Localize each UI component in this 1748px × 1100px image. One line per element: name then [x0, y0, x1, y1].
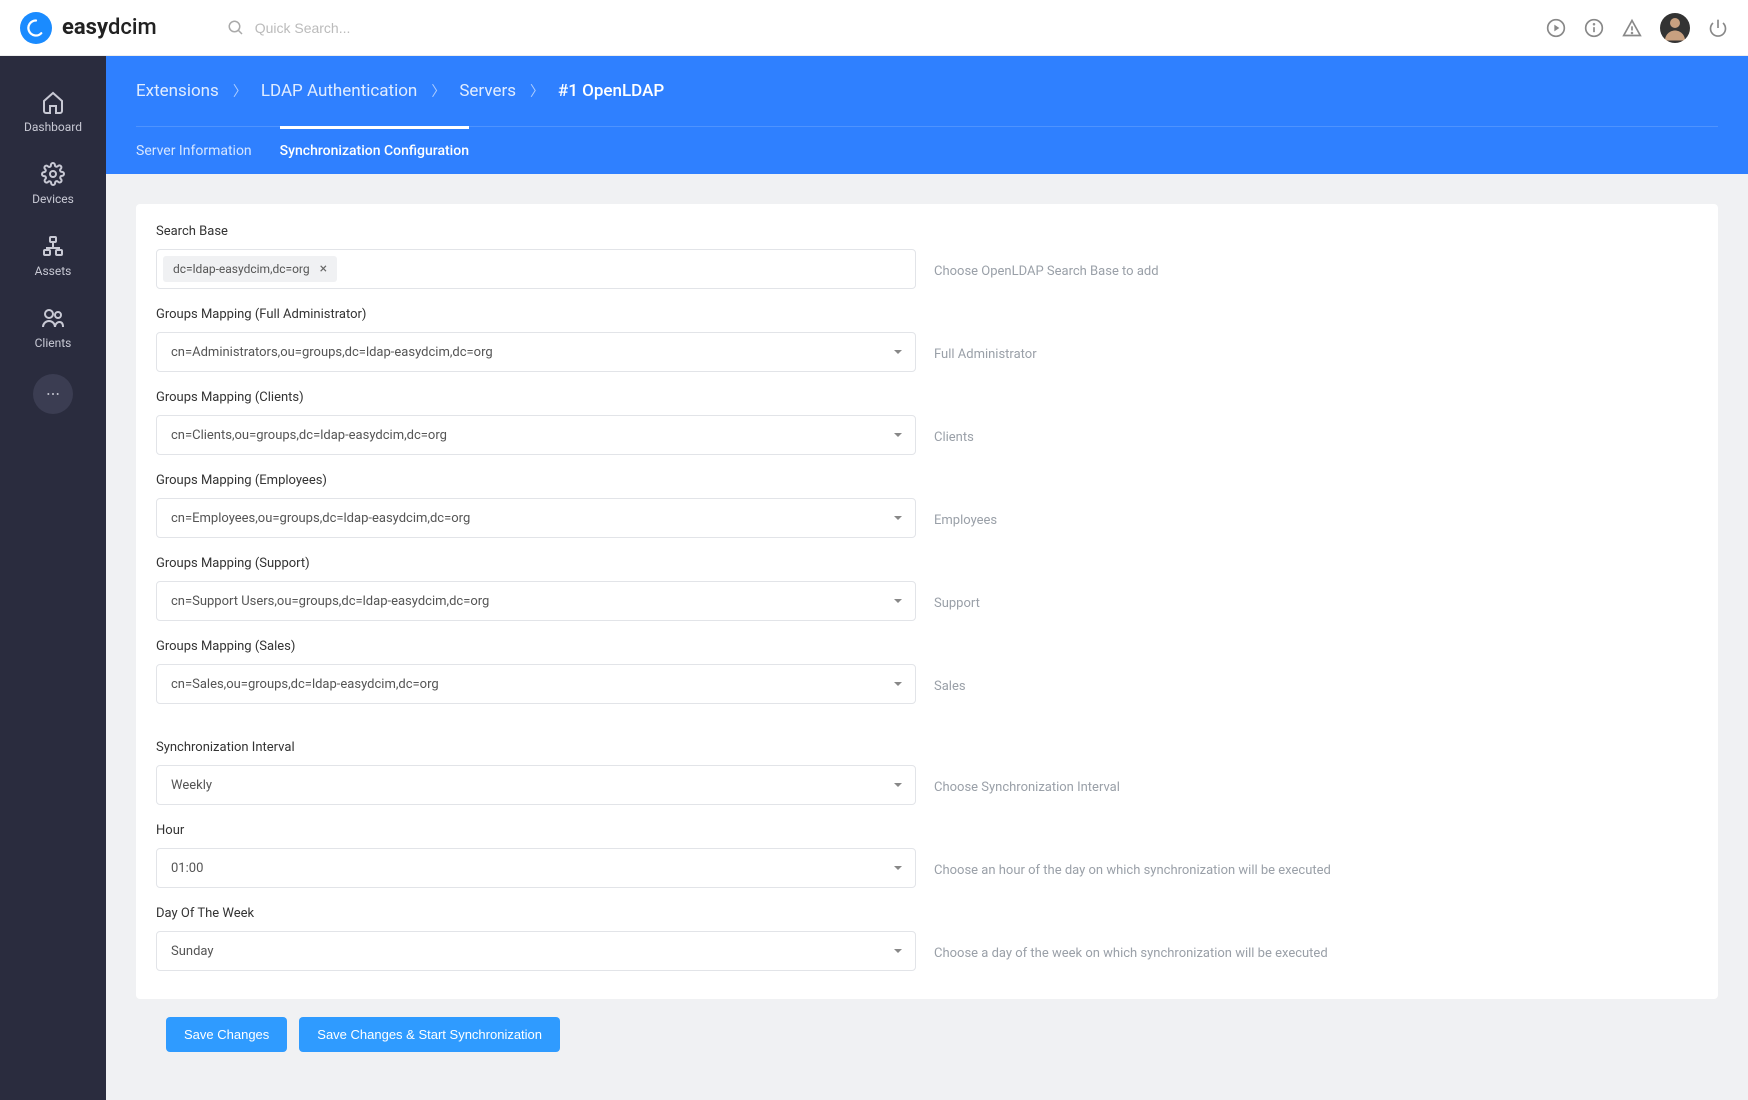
- topbar: easydcim: [0, 0, 1748, 56]
- field-label: Hour: [156, 823, 1698, 838]
- sidebar-item-label: Clients: [35, 336, 72, 350]
- dots-icon: [45, 386, 61, 402]
- avatar[interactable]: [1660, 13, 1690, 43]
- footer-actions: Save Changes Save Changes & Start Synchr…: [136, 999, 1718, 1070]
- breadcrumb-item[interactable]: Extensions: [136, 81, 219, 101]
- field-groups-clients: Groups Mapping (Clients) cn=Clients,ou=g…: [156, 390, 1698, 455]
- sync-interval-select[interactable]: Weekly: [156, 765, 916, 805]
- chevron-right-icon: 〉: [431, 81, 445, 101]
- search-icon: [227, 19, 245, 37]
- users-icon: [41, 306, 65, 330]
- home-icon: [41, 90, 65, 114]
- logo-text-2: dcim: [108, 15, 157, 40]
- breadcrumb-item-current: #1 OpenLDAP: [558, 81, 664, 101]
- tag-text: dc=ldap-easydcim,dc=org: [173, 262, 310, 276]
- content: Search Base dc=ldap-easydcim,dc=org × Ch…: [106, 174, 1748, 1100]
- field-help: Full Administrator: [934, 347, 1698, 372]
- sidebar-item-dashboard[interactable]: Dashboard: [0, 76, 106, 148]
- field-label: Groups Mapping (Clients): [156, 390, 1698, 405]
- sidebar-item-clients[interactable]: Clients: [0, 292, 106, 364]
- field-groups-sales: Groups Mapping (Sales) cn=Sales,ou=group…: [156, 639, 1698, 704]
- save-sync-button[interactable]: Save Changes & Start Synchronization: [299, 1017, 560, 1052]
- save-button[interactable]: Save Changes: [166, 1017, 287, 1052]
- play-icon[interactable]: [1546, 18, 1566, 38]
- field-help: Clients: [934, 430, 1698, 455]
- field-label: Groups Mapping (Support): [156, 556, 1698, 571]
- power-icon[interactable]: [1708, 18, 1728, 38]
- field-label: Groups Mapping (Employees): [156, 473, 1698, 488]
- sidebar-item-label: Devices: [32, 192, 74, 206]
- field-help: Support: [934, 596, 1698, 621]
- field-label: Groups Mapping (Sales): [156, 639, 1698, 654]
- info-icon[interactable]: [1584, 18, 1604, 38]
- field-day-of-week: Day Of The Week Sunday Choose a day of t…: [156, 906, 1698, 971]
- field-label: Groups Mapping (Full Administrator): [156, 307, 1698, 322]
- breadcrumb-item[interactable]: Servers: [459, 81, 516, 101]
- groups-employees-select[interactable]: cn=Employees,ou=groups,dc=ldap-easydcim,…: [156, 498, 916, 538]
- field-label: Search Base: [156, 224, 1698, 239]
- sidebar-more-button[interactable]: [33, 374, 73, 414]
- field-groups-support: Groups Mapping (Support) cn=Support User…: [156, 556, 1698, 621]
- logo-text-1: easy: [62, 15, 108, 40]
- sidebar-item-label: Dashboard: [24, 120, 82, 134]
- tab-sync-configuration[interactable]: Synchronization Configuration: [280, 127, 469, 174]
- day-of-week-select[interactable]: Sunday: [156, 931, 916, 971]
- field-help: Employees: [934, 513, 1698, 538]
- sidebar-item-label: Assets: [35, 264, 72, 278]
- app-logo[interactable]: easydcim: [20, 12, 157, 44]
- field-help: Choose Synchronization Interval: [934, 780, 1698, 805]
- hour-select[interactable]: 01:00: [156, 848, 916, 888]
- sidebar-item-devices[interactable]: Devices: [0, 148, 106, 220]
- network-icon: [41, 234, 65, 258]
- sidebar-item-assets[interactable]: Assets: [0, 220, 106, 292]
- form-card: Search Base dc=ldap-easydcim,dc=org × Ch…: [136, 204, 1718, 999]
- field-label: Synchronization Interval: [156, 740, 1698, 755]
- field-groups-employees: Groups Mapping (Employees) cn=Employees,…: [156, 473, 1698, 538]
- sidebar: Dashboard Devices Assets Clients: [0, 56, 106, 1100]
- tag-remove-icon[interactable]: ×: [320, 261, 327, 277]
- tabs: Server Information Synchronization Confi…: [136, 126, 1718, 174]
- field-help: Choose a day of the week on which synchr…: [934, 946, 1698, 971]
- page-header: Extensions 〉 LDAP Authentication 〉 Serve…: [106, 56, 1748, 174]
- groups-clients-select[interactable]: cn=Clients,ou=groups,dc=ldap-easydcim,dc…: [156, 415, 916, 455]
- search-input[interactable]: [255, 20, 555, 36]
- tab-server-information[interactable]: Server Information: [136, 127, 252, 174]
- field-help: Choose an hour of the day on which synch…: [934, 863, 1698, 888]
- logo-mark-icon: [20, 12, 52, 44]
- breadcrumb: Extensions 〉 LDAP Authentication 〉 Serve…: [136, 56, 1718, 126]
- field-sync-interval: Synchronization Interval Weekly Choose S…: [156, 740, 1698, 805]
- global-search[interactable]: [227, 19, 555, 37]
- groups-admin-select[interactable]: cn=Administrators,ou=groups,dc=ldap-easy…: [156, 332, 916, 372]
- groups-support-select[interactable]: cn=Support Users,ou=groups,dc=ldap-easyd…: [156, 581, 916, 621]
- warning-icon[interactable]: [1622, 18, 1642, 38]
- search-base-tag: dc=ldap-easydcim,dc=org ×: [163, 256, 337, 282]
- field-label: Day Of The Week: [156, 906, 1698, 921]
- chevron-right-icon: 〉: [530, 81, 544, 101]
- topbar-actions: [1546, 13, 1728, 43]
- field-hour: Hour 01:00 Choose an hour of the day on …: [156, 823, 1698, 888]
- field-help: Choose OpenLDAP Search Base to add: [934, 264, 1698, 289]
- main: Extensions 〉 LDAP Authentication 〉 Serve…: [106, 56, 1748, 1100]
- field-groups-admin: Groups Mapping (Full Administrator) cn=A…: [156, 307, 1698, 372]
- field-search-base: Search Base dc=ldap-easydcim,dc=org × Ch…: [156, 224, 1698, 289]
- breadcrumb-item[interactable]: LDAP Authentication: [261, 81, 418, 101]
- search-base-input[interactable]: dc=ldap-easydcim,dc=org ×: [156, 249, 916, 289]
- groups-sales-select[interactable]: cn=Sales,ou=groups,dc=ldap-easydcim,dc=o…: [156, 664, 916, 704]
- chevron-right-icon: 〉: [233, 81, 247, 101]
- field-help: Sales: [934, 679, 1698, 704]
- gear-icon: [41, 162, 65, 186]
